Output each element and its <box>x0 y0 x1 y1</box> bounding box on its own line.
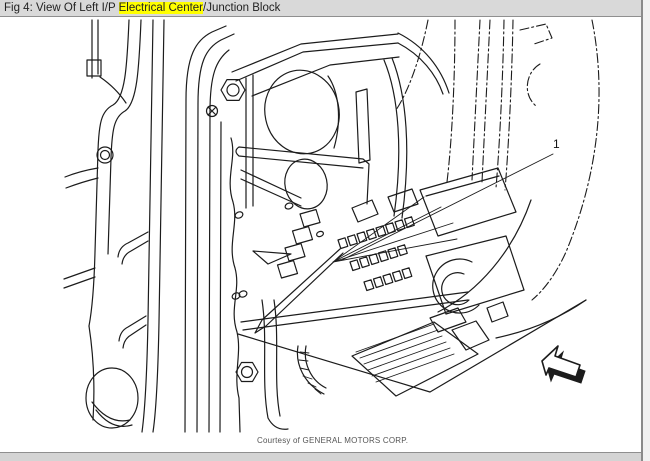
right-panel-gutter <box>643 0 650 461</box>
figure-viewer-panel: Fig 4: View Of Left I/P Electrical Cente… <box>0 0 650 461</box>
wiring-harness-lines <box>91 199 587 430</box>
callout-label-1: 1 <box>553 137 560 151</box>
connector-stack <box>276 208 321 279</box>
figure-title: Fig 4: View Of Left I/P Electrical Cente… <box>0 0 641 17</box>
fuse-row <box>363 267 413 292</box>
figure-title-prefix: Fig 4: View Of Left I/P <box>4 2 119 14</box>
figure-title-suffix: /Junction Block <box>203 2 281 14</box>
up-left-arrow-icon <box>541 345 586 384</box>
hex-bolt-icon <box>220 79 246 101</box>
junction-block-lines <box>254 167 525 334</box>
door-frame-lines <box>63 19 244 433</box>
figure-title-highlight: Electrical Center <box>118 2 204 14</box>
courtesy-caption: Courtesy of GENERAL MOTORS CORP. <box>257 436 409 445</box>
hex-bolt-icon <box>235 361 259 383</box>
bottom-divider-bar <box>0 452 641 461</box>
junction-block-diagram <box>63 19 600 433</box>
harness-connector <box>351 321 479 397</box>
fuse-row <box>337 216 415 250</box>
callout-leader-line <box>341 153 554 261</box>
dash-panel-lines <box>220 32 450 298</box>
